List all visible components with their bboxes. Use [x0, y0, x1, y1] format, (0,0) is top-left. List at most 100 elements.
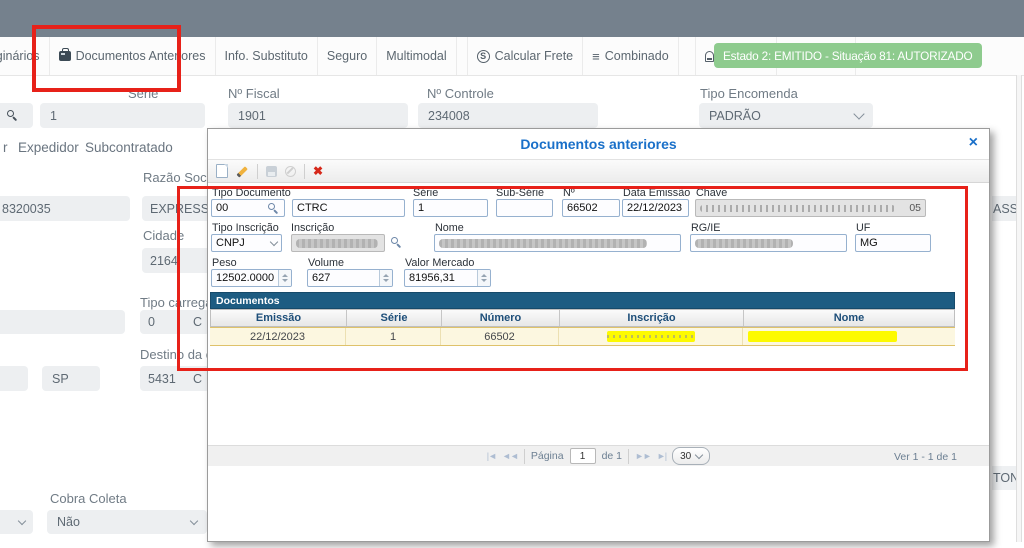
tab-subcontratado[interactable]: Subcontratado: [85, 140, 173, 155]
close-icon[interactable]: ×: [969, 135, 978, 151]
button-info-substituto[interactable]: Info. Substituto: [216, 37, 318, 75]
serie-field[interactable]: 1: [40, 103, 205, 128]
column-header-numero[interactable]: Número: [442, 310, 560, 326]
volume-field[interactable]: 627: [307, 269, 393, 287]
uf-field[interactable]: SP: [42, 366, 100, 391]
first-page-icon[interactable]: |◄: [487, 451, 496, 461]
nome-label: Nome: [435, 222, 464, 234]
small-field[interactable]: [0, 366, 28, 391]
destino-carga-value: 5431: [148, 372, 176, 386]
highlight-redaction: [607, 331, 695, 342]
button-combinado[interactable]: ≡ Combinado: [583, 37, 679, 75]
tipo-inscricao-label: Tipo Inscrição: [212, 222, 279, 234]
new-record-icon[interactable]: [216, 164, 228, 178]
empty-field[interactable]: [0, 310, 125, 334]
ncontrole-value: 234008: [428, 109, 470, 123]
page-count-label: de 1: [602, 450, 622, 462]
button-originarios-label: iginários: [0, 49, 40, 63]
save-disk-icon[interactable]: [266, 166, 277, 177]
search-icon: [6, 109, 19, 122]
table-header-row: Emissão Série Número Inscrição Nome: [210, 309, 955, 327]
cidade-label: Cidade: [143, 228, 184, 243]
page-size-value: 30: [680, 451, 691, 462]
cancel-icon[interactable]: [285, 166, 296, 177]
button-combinado-label: Combinado: [605, 49, 669, 63]
chevron-down-icon: [853, 108, 864, 119]
next-page-icon[interactable]: ►►: [635, 451, 651, 461]
last-page-icon[interactable]: ►|: [657, 451, 666, 461]
button-originarios[interactable]: iginários: [0, 37, 50, 75]
highlight-redaction: [748, 331, 897, 342]
pager-separator: [628, 449, 629, 464]
numero-field[interactable]: 66502: [562, 199, 620, 217]
rg-ie-field[interactable]: [690, 234, 847, 252]
code-field[interactable]: 8320035: [0, 196, 130, 221]
record-range-summary: Ver 1 - 1 de 1: [894, 446, 957, 467]
tipo-inscricao-select[interactable]: CNPJ: [211, 234, 282, 252]
button-seguro-label: Seguro: [327, 49, 367, 63]
list-icon: ≡: [592, 50, 600, 63]
inscricao-lookup-icon[interactable]: [390, 236, 403, 249]
inscricao-field[interactable]: [291, 234, 385, 252]
spinner-stepper[interactable]: [278, 270, 291, 286]
modal-serie-value: 1: [418, 202, 424, 214]
nfiscal-value: 1901: [238, 109, 266, 123]
delete-x-icon[interactable]: ✖: [313, 165, 323, 177]
page-number-input[interactable]: 1: [570, 448, 596, 464]
button-multimodal[interactable]: Multimodal: [377, 37, 456, 75]
edit-pencil-icon[interactable]: [236, 165, 249, 178]
tipo-documento-field[interactable]: 00: [211, 199, 285, 217]
prev-page-icon[interactable]: ◄◄: [502, 451, 518, 461]
nome-field[interactable]: [434, 234, 681, 252]
lookup-icon[interactable]: [267, 202, 280, 215]
tab-expedidor[interactable]: Expedidor: [18, 140, 79, 155]
ncontrole-label: Nº Controle: [427, 86, 494, 101]
search-button[interactable]: [0, 103, 33, 128]
button-seguro[interactable]: Seguro: [318, 37, 377, 75]
sub-serie-field[interactable]: [496, 199, 553, 217]
inscricao-label: Inscrição: [291, 222, 334, 234]
spinner-stepper[interactable]: [379, 270, 392, 286]
column-header-nome[interactable]: Nome: [744, 310, 954, 326]
modal-uf-field[interactable]: MG: [855, 234, 931, 252]
table-row[interactable]: 22/12/2023 1 66502: [210, 327, 955, 346]
button-calcular-frete[interactable]: S Calcular Frete: [467, 37, 584, 75]
tipo-documento-desc-value: CTRC: [297, 202, 328, 214]
data-emissao-field[interactable]: 22/12/2023: [622, 199, 689, 217]
tipo-encomenda-label: Tipo Encomenda: [700, 86, 798, 101]
nfiscal-field[interactable]: 1901: [228, 103, 408, 128]
tab-cut[interactable]: r: [3, 140, 8, 155]
ncontrole-field[interactable]: 234008: [418, 103, 598, 128]
volume-label: Volume: [308, 257, 344, 269]
cell-nome: [743, 328, 953, 345]
modal-serie-field[interactable]: 1: [413, 199, 488, 217]
button-documentos-anteriores[interactable]: Documentos Anteriores: [50, 37, 216, 75]
rg-ie-label: RG/IE: [691, 222, 720, 234]
right-fragment-top: ASSAN: [992, 196, 1018, 221]
column-header-serie[interactable]: Série: [347, 310, 442, 326]
chevron-down-icon: [190, 516, 198, 524]
tipo-carregamento-cut-text: C: [193, 315, 202, 329]
spinner-stepper[interactable]: [477, 270, 490, 286]
nfiscal-label: Nº Fiscal: [228, 86, 280, 101]
tipo-encomenda-select[interactable]: PADRÃO: [699, 103, 873, 128]
cobra-coleta-select[interactable]: Não: [47, 510, 207, 534]
destino-carga-field[interactable]: 5431 C: [140, 366, 210, 391]
column-header-inscricao[interactable]: Inscrição: [560, 310, 744, 326]
volume-value: 627: [312, 272, 330, 284]
valor-mercado-field[interactable]: 81956,31: [404, 269, 491, 287]
column-header-emissao[interactable]: Emissão: [211, 310, 347, 326]
tipo-carregamento-field[interactable]: 0 C: [140, 310, 210, 334]
top-title-bar: [0, 0, 1024, 37]
chevron-down-icon: [18, 516, 26, 524]
toolbar-separator: [304, 164, 305, 179]
scrollbar-track[interactable]: [1016, 75, 1022, 542]
chave-field: 05: [695, 199, 926, 217]
numero-label: Nº: [563, 187, 575, 199]
page-size-select[interactable]: 30: [672, 447, 710, 465]
cell-numero: 66502: [441, 328, 559, 345]
peso-field[interactable]: 12502.0000: [211, 269, 292, 287]
peso-label: Peso: [212, 257, 237, 269]
tipo-documento-value: 00: [216, 202, 228, 214]
mini-select[interactable]: [0, 510, 33, 534]
